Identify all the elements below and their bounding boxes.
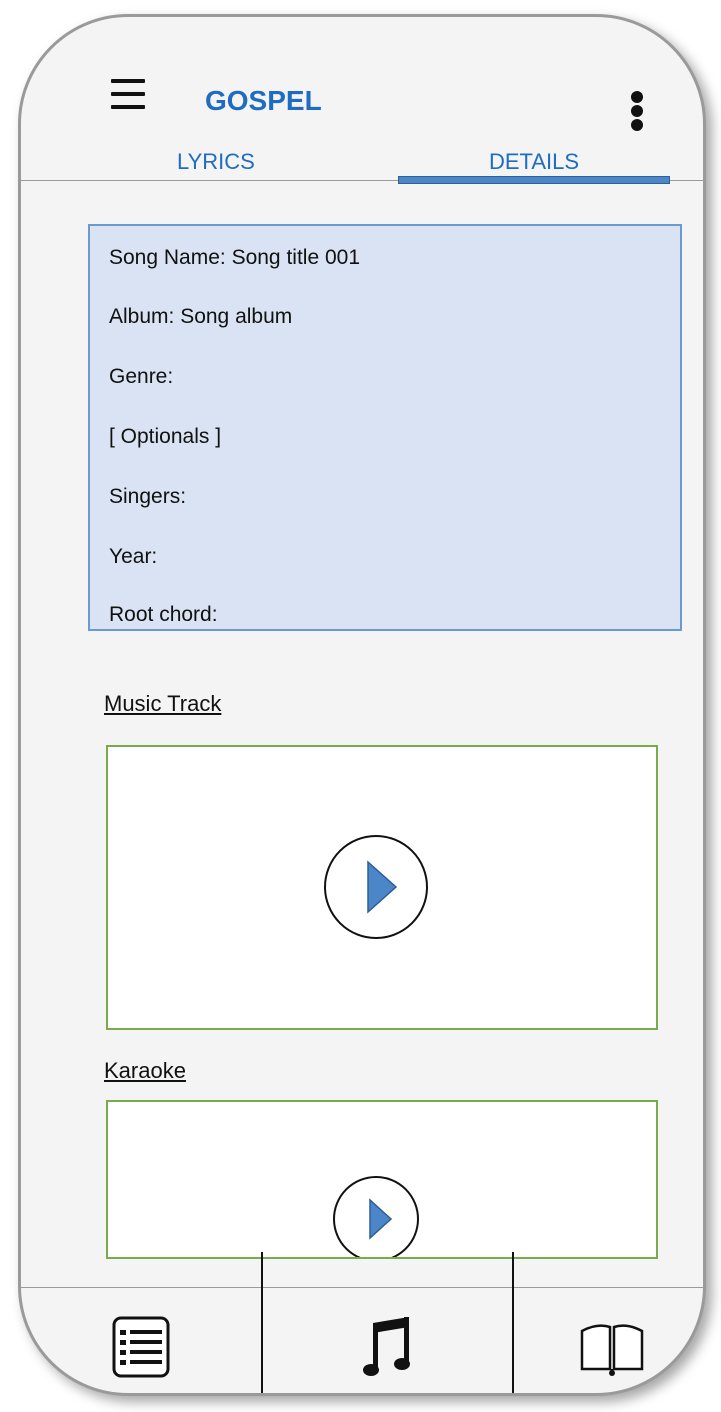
- hamburger-menu-icon[interactable]: [111, 79, 145, 109]
- music-track-play-button[interactable]: [324, 835, 428, 939]
- root-chord-field: Root chord:: [109, 603, 218, 626]
- tab-lyrics[interactable]: LYRICS: [177, 149, 255, 175]
- singers-field: Singers:: [109, 485, 187, 508]
- nav-music-button[interactable]: [263, 1292, 512, 1393]
- play-icon: [367, 860, 398, 914]
- album-field: Album: Song album: [109, 305, 293, 328]
- bottom-nav-divider: [21, 1287, 703, 1288]
- open-book-icon: [580, 1324, 643, 1376]
- song-name-field: Song Name: Song title 001: [109, 246, 360, 269]
- app-title: GOSPEL: [205, 85, 322, 116]
- genre-field: Genre:: [109, 365, 174, 388]
- music-track-label: Music Track: [104, 691, 222, 716]
- music-track-player[interactable]: [106, 745, 658, 1030]
- tab-details[interactable]: DETAILS: [489, 149, 579, 175]
- nav-book-button[interactable]: [514, 1292, 703, 1393]
- more-vert-icon[interactable]: [630, 87, 644, 135]
- play-icon: [369, 1198, 393, 1240]
- karaoke-play-button[interactable]: [333, 1176, 419, 1257]
- optionals-label: [ Optionals ]: [109, 425, 222, 448]
- list-icon: [112, 1316, 170, 1378]
- phone-frame: GOSPEL LYRICS DETAILS Song Name: Song ti…: [18, 14, 706, 1396]
- nav-list-button[interactable]: [21, 1292, 261, 1393]
- music-note-icon: [362, 1317, 410, 1376]
- year-field: Year:: [109, 545, 158, 568]
- song-details-card: Song Name: Song title 001 Album: Song al…: [88, 224, 682, 631]
- active-tab-indicator: [398, 176, 670, 184]
- karaoke-player[interactable]: [106, 1100, 658, 1259]
- karaoke-label: Karaoke: [104, 1058, 186, 1083]
